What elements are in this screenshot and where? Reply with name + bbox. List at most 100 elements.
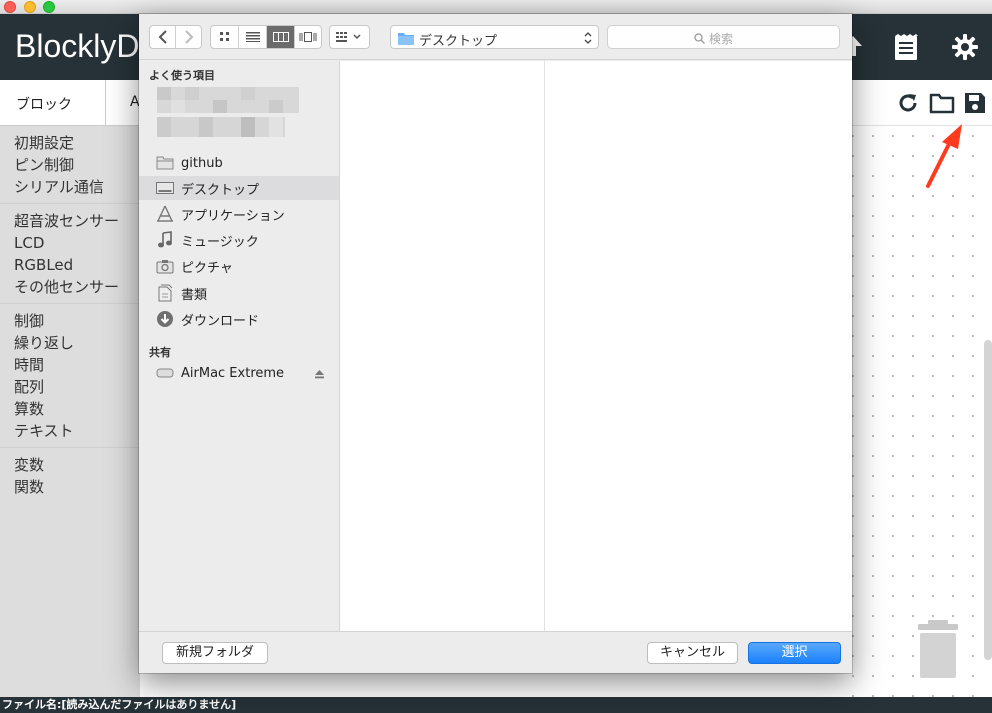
sidebar-item-desktop[interactable]: デスクトップ — [139, 176, 339, 200]
workspace-toolbar — [851, 80, 992, 126]
notes-icon[interactable] — [894, 34, 918, 66]
toolbox-group-logic: 制御 繰り返し 時間 配列 算数 テキスト — [0, 304, 140, 448]
column-view-button[interactable] — [267, 26, 295, 48]
status-bar: ファイル名:[読み込んだファイルはありません] — [0, 697, 992, 713]
coverflow-view-button[interactable] — [295, 26, 321, 48]
sidebar-item-label: ダウンロード — [181, 313, 260, 329]
sidebar-item-downloads[interactable]: ダウンロード — [139, 307, 339, 331]
camera-icon — [156, 257, 174, 275]
music-icon — [156, 231, 174, 249]
folder-icon — [156, 154, 174, 172]
dialog-footer: 新規フォルダ キャンセル 選択 — [139, 631, 852, 673]
dialog-toolbar: デスクトップ 検索 — [139, 14, 852, 60]
new-folder-button[interactable]: 新規フォルダ — [162, 642, 268, 664]
location-popup[interactable]: デスクトップ — [390, 25, 599, 49]
applications-icon — [156, 205, 174, 223]
drive-icon — [156, 364, 174, 382]
toolbox-group-vars: 変数 関数 — [0, 448, 140, 503]
sidebar-item-label: デスクトップ — [181, 182, 260, 198]
column-browser[interactable] — [340, 61, 852, 631]
toolbox-category[interactable]: 算数 — [0, 398, 140, 420]
close-window-button[interactable] — [4, 1, 16, 13]
sidebar-item-label: ミュージック — [181, 234, 259, 250]
view-mode-selector — [210, 25, 322, 49]
list-view-icon — [245, 32, 260, 42]
toolbox-category[interactable]: 繰り返し — [0, 332, 140, 354]
redacted-item-1 — [157, 87, 299, 113]
editor-tabs: ブロック A — [0, 80, 140, 126]
toolbox-category[interactable]: その他センサー — [0, 276, 140, 298]
sidebar-item-label: 書類 — [181, 287, 208, 303]
column-view-icon — [272, 32, 289, 42]
workspace-scrollbar[interactable] — [984, 340, 992, 660]
icon-view-button[interactable] — [211, 26, 239, 48]
toolbox-category[interactable]: 配列 — [0, 376, 140, 398]
arrange-cell — [330, 26, 369, 48]
toolbox-category[interactable]: 初期設定 — [0, 132, 140, 154]
toolbox-category[interactable]: シリアル通信 — [0, 176, 140, 198]
dialog-sidebar: よく使う項目 github デスクトップ アプリケーション ミュージック ピクチ… — [139, 61, 340, 631]
arrange-menu-button[interactable] — [329, 25, 370, 49]
open-folder-icon[interactable] — [929, 92, 955, 118]
redacted-item-2 — [157, 117, 285, 137]
sidebar-item-github[interactable]: github — [139, 151, 339, 175]
toolbox-group-setup: 初期設定 ピン制御 シリアル通信 — [0, 126, 140, 204]
toolbox-category[interactable]: 超音波センサー — [0, 210, 140, 232]
toolbox-category[interactable]: ピン制御 — [0, 154, 140, 176]
favorites-heading: よく使う項目 — [149, 69, 215, 82]
desktop-icon — [156, 179, 174, 197]
search-placeholder: 検索 — [709, 32, 734, 46]
settings-gear-icon[interactable] — [952, 34, 978, 64]
select-button[interactable]: 選択 — [748, 642, 841, 664]
zoom-window-button[interactable] — [43, 1, 55, 13]
eject-icon[interactable] — [314, 368, 325, 383]
history-nav — [149, 25, 202, 49]
desktop-folder-icon — [398, 30, 414, 49]
search-field[interactable]: 検索 — [607, 25, 840, 49]
sidebar-item-documents[interactable]: 書類 — [139, 281, 339, 305]
toolbox-category[interactable]: 関数 — [0, 476, 140, 498]
toolbox-group-sensors: 超音波センサー LCD RGBLed その他センサー — [0, 204, 140, 304]
updown-chevron-icon — [584, 30, 592, 49]
toolbox-category[interactable]: テキスト — [0, 420, 140, 442]
forward-button[interactable] — [176, 26, 201, 48]
search-placeholder-wrap: 検索 — [694, 30, 733, 47]
documents-icon — [156, 284, 174, 302]
minimize-window-button[interactable] — [24, 1, 36, 13]
sidebar-item-music[interactable]: ミュージック — [139, 228, 339, 252]
tab-blocks[interactable]: ブロック — [0, 80, 106, 126]
sidebar-item-label: ピクチャ — [181, 260, 233, 276]
toolbox-category[interactable]: 変数 — [0, 454, 140, 476]
app-title: BlocklyD — [15, 28, 140, 64]
blockly-toolbox: 初期設定 ピン制御 シリアル通信 超音波センサー LCD RGBLed その他セ… — [0, 126, 140, 697]
window-titlebar — [0, 0, 992, 14]
sidebar-item-label: アプリケーション — [181, 208, 285, 224]
toolbox-category[interactable]: RGBLed — [0, 254, 140, 276]
sidebar-item-applications[interactable]: アプリケーション — [139, 202, 339, 226]
arrange-grid-icon — [335, 32, 361, 42]
download-icon — [156, 310, 174, 328]
icon-view-icon — [219, 32, 229, 41]
status-filename: [読み込んだファイルはありません] — [61, 698, 237, 711]
sidebar-item-label: AirMac Extreme — [181, 365, 285, 381]
status-label: ファイル名: — [2, 698, 62, 711]
shared-heading: 共有 — [149, 346, 171, 359]
annotation-arrow-icon — [920, 122, 966, 192]
sidebar-item-label: github — [181, 155, 223, 171]
toolbox-category[interactable]: LCD — [0, 232, 140, 254]
refresh-icon[interactable] — [897, 92, 919, 118]
save-icon[interactable] — [964, 92, 986, 118]
open-file-dialog: デスクトップ 検索 よく使う項目 github デスクトップ アプリケーション … — [139, 14, 852, 673]
cancel-button[interactable]: キャンセル — [647, 642, 738, 664]
sidebar-item-pictures[interactable]: ピクチャ — [139, 254, 339, 278]
back-button[interactable] — [150, 26, 176, 48]
sidebar-item-airmac[interactable]: AirMac Extreme — [139, 361, 339, 385]
toolbox-category[interactable]: 時間 — [0, 354, 140, 376]
toolbox-category[interactable]: 制御 — [0, 310, 140, 332]
location-label: デスクトップ — [419, 34, 498, 49]
coverflow-view-icon — [299, 32, 317, 42]
trash-can-icon[interactable] — [918, 620, 958, 678]
list-view-button[interactable] — [239, 26, 267, 48]
column-divider — [544, 61, 545, 631]
search-icon — [694, 33, 705, 44]
